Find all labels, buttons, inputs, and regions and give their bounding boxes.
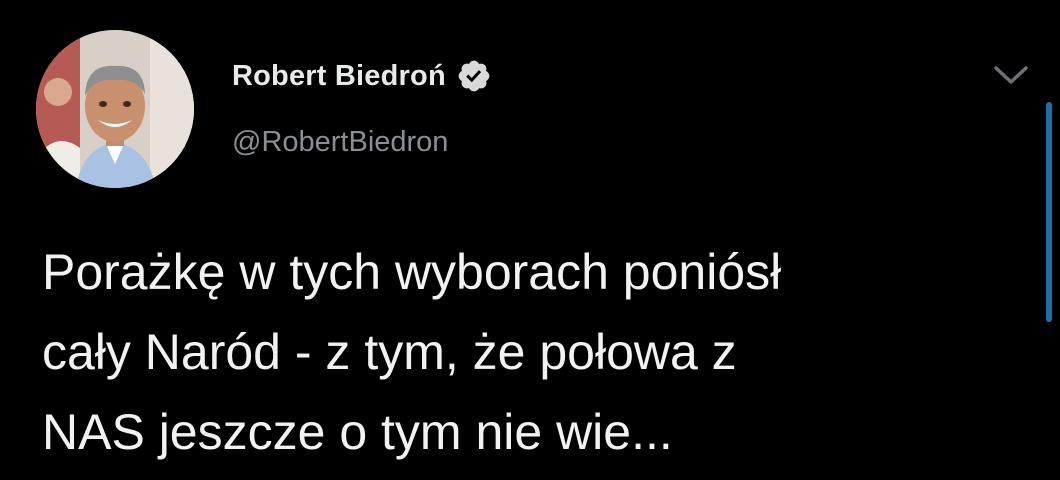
tweet-options-button[interactable] <box>990 58 1032 90</box>
tweet-text-line: NAS jeszcze o tym nie wie... <box>42 404 673 460</box>
tweet-text: Porażkę w tych wyborach poniósł cały Nar… <box>42 232 1022 472</box>
tweet-text-line: cały Naród - z tym, że połowa z <box>42 324 737 380</box>
tweet-card[interactable]: Robert Biedroń @RobertBiedron Porażkę w … <box>0 0 1060 480</box>
avatar[interactable] <box>36 30 194 188</box>
chevron-down-icon <box>994 66 1028 84</box>
author-display-name[interactable]: Robert Biedroń <box>232 60 446 93</box>
author-handle[interactable]: @RobertBiedron <box>232 126 448 159</box>
scrollbar[interactable] <box>1046 102 1052 322</box>
tweet-text-line: Porażkę w tych wyborach poniósł <box>42 244 782 300</box>
avatar-image <box>36 30 194 188</box>
author-name-row: Robert Biedroń <box>232 52 492 100</box>
verified-badge-icon <box>456 58 492 94</box>
